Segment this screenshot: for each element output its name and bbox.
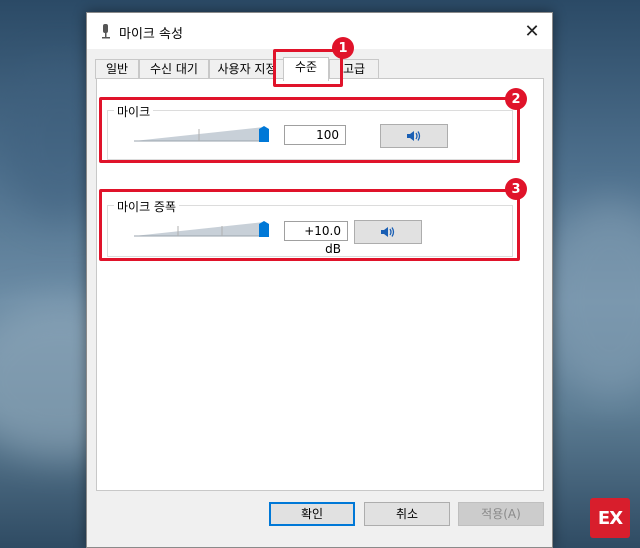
- background-blob: [540, 200, 640, 400]
- close-icon: ✕: [524, 20, 540, 42]
- cancel-button[interactable]: 취소: [364, 502, 450, 526]
- ok-button[interactable]: 확인: [269, 502, 355, 526]
- annotation-badge-1: 1: [332, 37, 354, 59]
- tab-listen[interactable]: 수신 대기: [139, 59, 209, 79]
- apply-button[interactable]: 적용(A): [458, 502, 544, 526]
- microphone-icon: [102, 24, 110, 39]
- title-bar: 마이크 속성 ✕: [87, 13, 552, 49]
- annotation-badge-3: 3: [505, 178, 527, 200]
- highlight-mic-group: [99, 97, 520, 163]
- watermark-logo: EX: [590, 498, 630, 538]
- highlight-mic-boost-group: [99, 189, 520, 261]
- close-button[interactable]: ✕: [512, 13, 552, 49]
- annotation-badge-2: 2: [505, 88, 527, 110]
- tab-levels[interactable]: 수준: [283, 57, 329, 81]
- tab-general[interactable]: 일반: [95, 59, 139, 79]
- mic-properties-window: 마이크 속성 ✕ 일반 수신 대기 사용자 지정 수준 고급 마이크 100 마…: [86, 12, 553, 548]
- window-title: 마이크 속성: [119, 27, 183, 42]
